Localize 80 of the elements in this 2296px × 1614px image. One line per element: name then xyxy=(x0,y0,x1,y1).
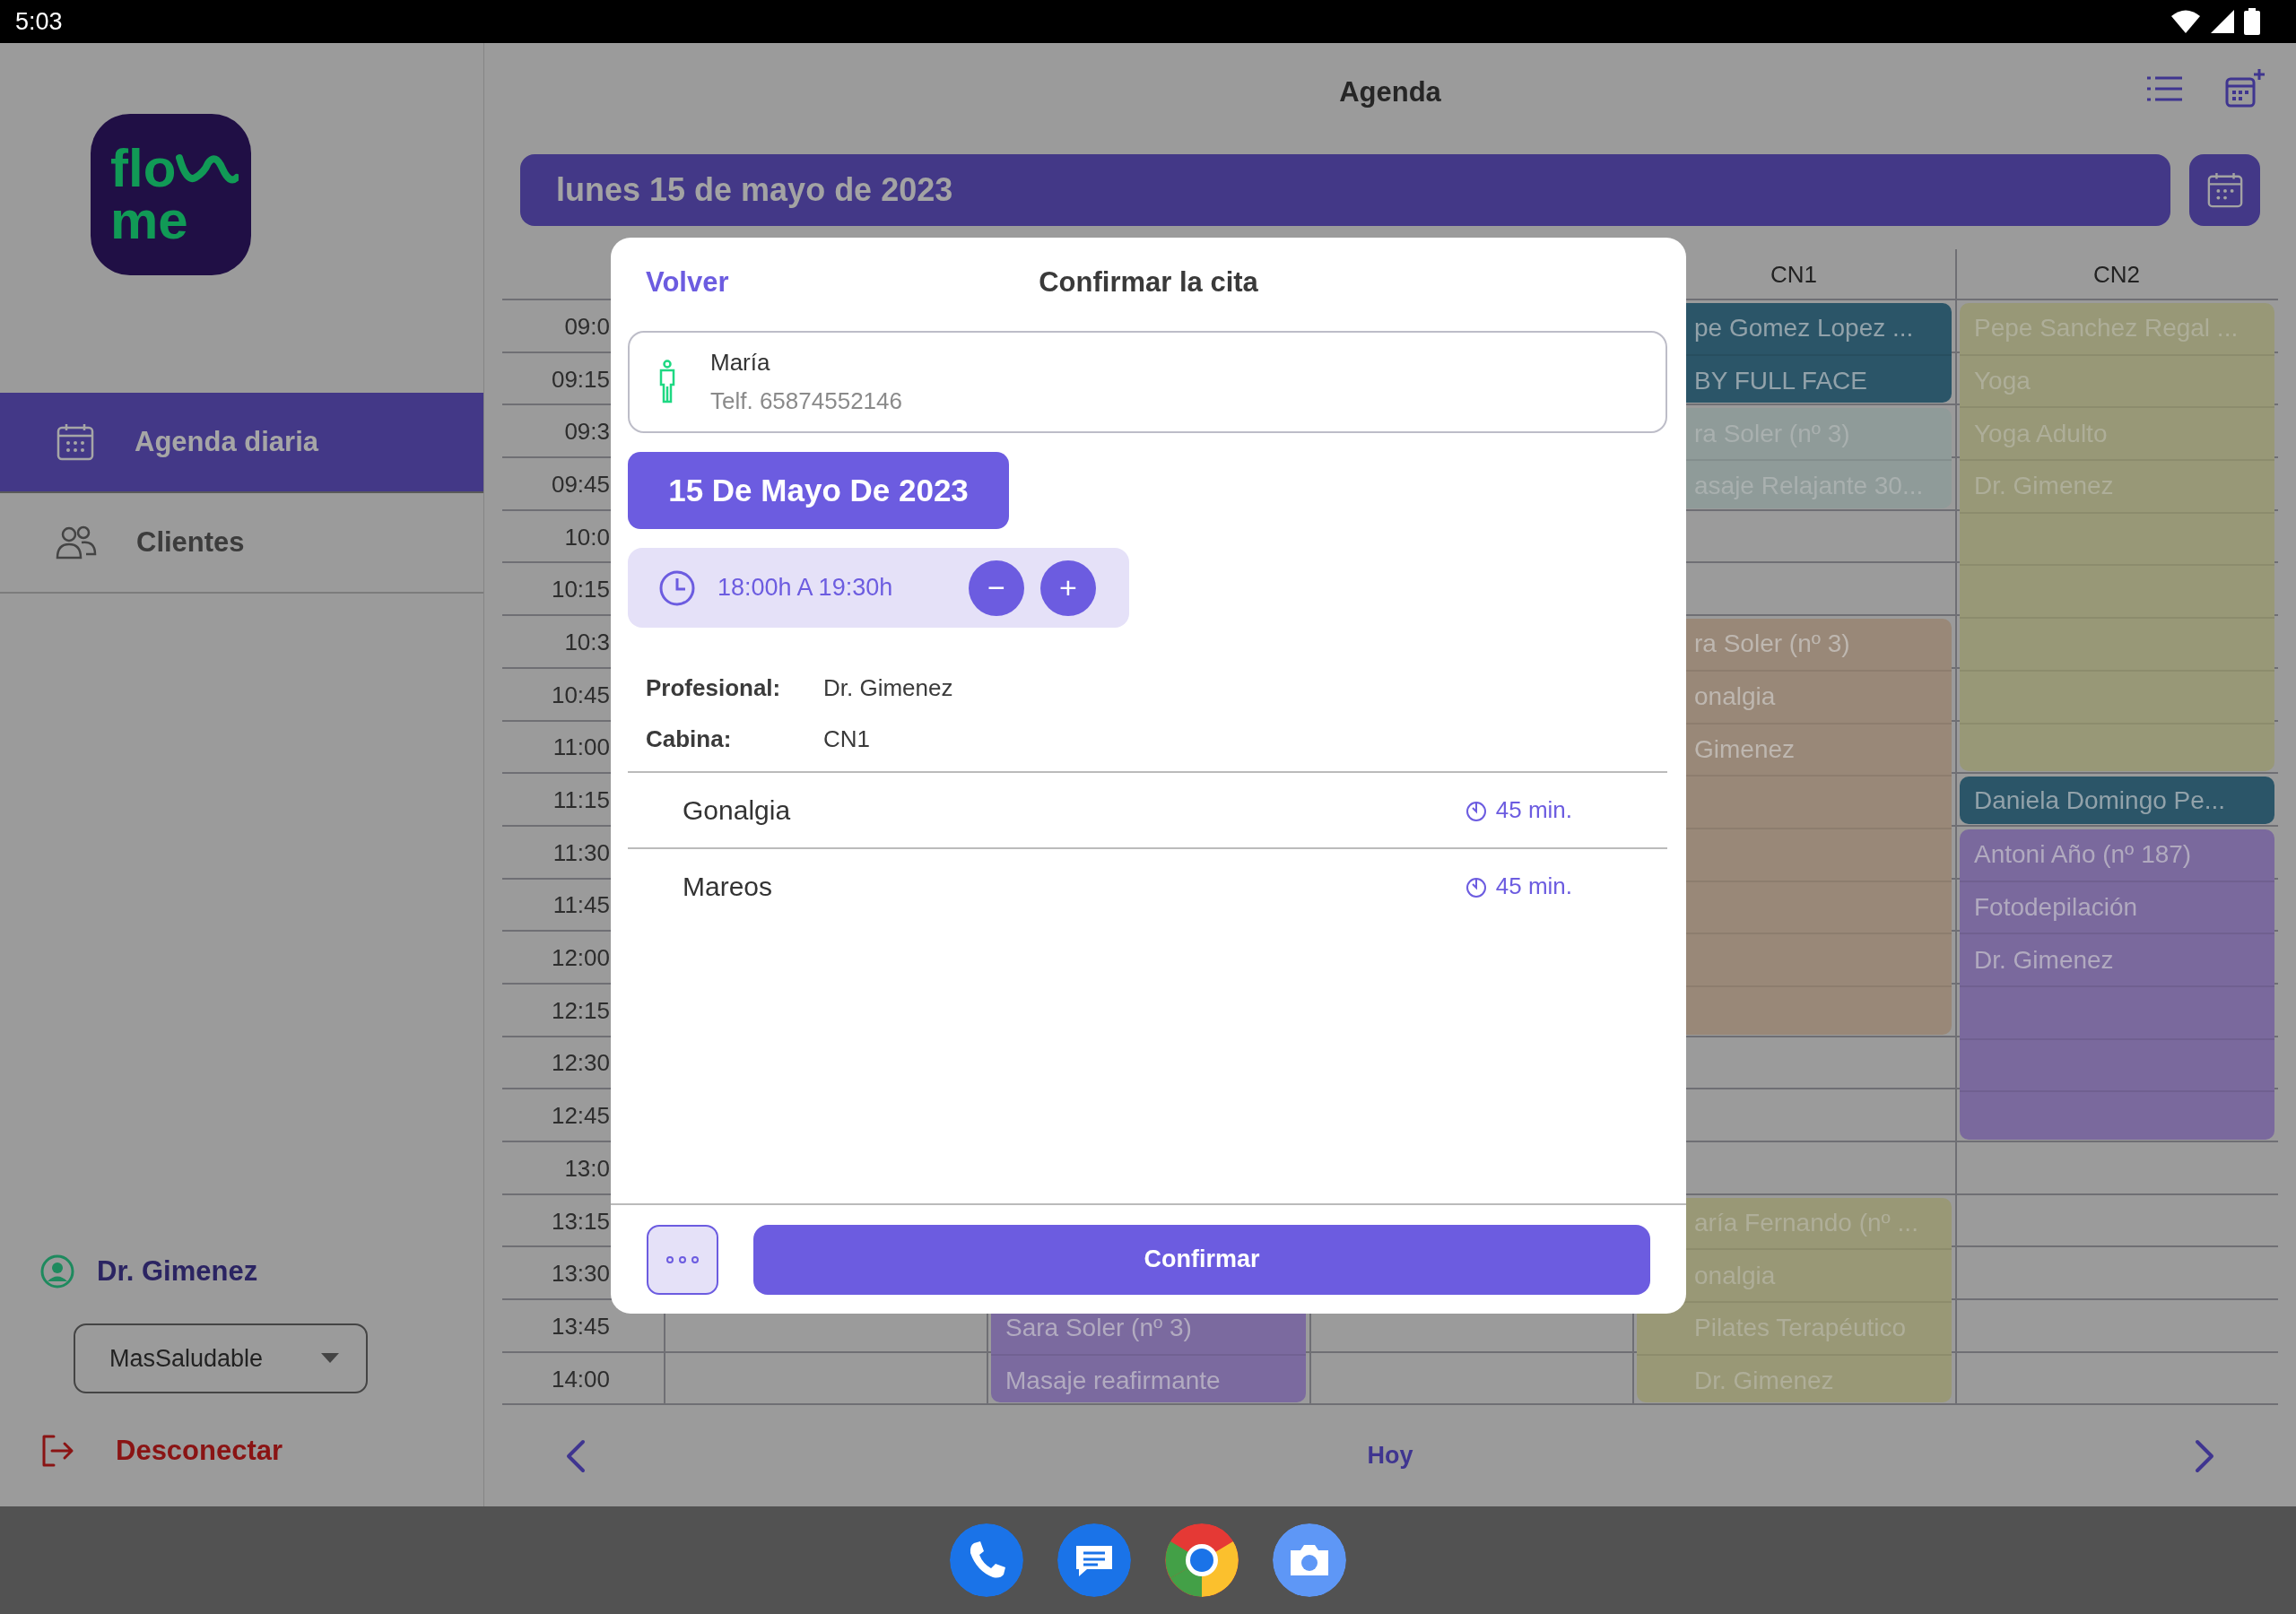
page-title: Agenda xyxy=(1339,76,1441,108)
time-label: 10:3 xyxy=(563,627,611,657)
service-duration: 45 min. xyxy=(1495,796,1572,824)
appointment-card[interactable]: Antoni Año (nº 187) Fotodepilación Dr. Gimenez xyxy=(1960,829,2274,1140)
appointment-text: Dr. Gimenez xyxy=(1960,934,2274,987)
time-label: 12:15 xyxy=(550,995,611,1026)
appointment-text: Fotodepilación xyxy=(1960,881,2274,935)
detail-value: CN1 xyxy=(823,725,871,753)
client-card[interactable]: María Telf. 65874552146 xyxy=(628,331,1667,433)
time-label: 11:15 xyxy=(552,785,611,816)
caret-icon xyxy=(321,1353,339,1364)
service-name: Mareos xyxy=(683,871,774,902)
time-label: 09:3 xyxy=(563,417,611,447)
more-button[interactable] xyxy=(647,1224,718,1295)
column-header: CN2 xyxy=(2092,260,2141,290)
wifi-icon xyxy=(2170,9,2201,34)
time-label: 13:0 xyxy=(563,1153,611,1184)
logo-text: me xyxy=(110,195,188,247)
increase-button[interactable]: + xyxy=(1040,560,1096,616)
detail-label: Cabina: xyxy=(646,725,733,753)
chevron-right-icon xyxy=(2194,1437,2215,1474)
client-name: María xyxy=(710,349,771,377)
appointment-text: Antoni Año (nº 187) xyxy=(1960,829,2274,882)
logout-link[interactable]: Desconectar xyxy=(39,1433,483,1469)
time-label: 13:30 xyxy=(550,1259,611,1289)
next-button[interactable] xyxy=(2194,1437,2215,1474)
user-name: Dr. Gimenez xyxy=(97,1255,258,1288)
people-icon xyxy=(56,525,97,560)
more-icon xyxy=(665,1254,700,1264)
time-label: 09:45 xyxy=(550,469,611,499)
date-bar[interactable]: lunes 15 de mayo de 2023 xyxy=(520,154,2170,226)
dialog-title: Confirmar la cita xyxy=(1039,266,1258,299)
confirm-button[interactable]: Confirmar xyxy=(753,1224,1650,1295)
back-button[interactable]: Volver xyxy=(646,266,729,299)
signal-icon xyxy=(2210,9,2235,34)
browser-app-icon[interactable] xyxy=(1165,1523,1239,1597)
decrease-button[interactable]: − xyxy=(969,560,1024,616)
list-icon[interactable] xyxy=(2146,75,2182,102)
camera-app-icon[interactable] xyxy=(1273,1523,1346,1597)
user-icon xyxy=(39,1254,75,1289)
time-label: 10:0 xyxy=(563,522,611,552)
time-label: 13:15 xyxy=(550,1206,611,1237)
battery-icon xyxy=(2244,8,2260,35)
nav-item[interactable]: Clientes xyxy=(0,493,483,594)
time-label: 12:00 xyxy=(550,943,611,974)
today-button[interactable]: Hoy xyxy=(1367,1442,1413,1471)
center-dropdown[interactable]: MasSaludable xyxy=(74,1323,368,1393)
calendar-button[interactable] xyxy=(2189,154,2260,226)
clock-icon xyxy=(658,568,696,607)
time-label: 11:45 xyxy=(552,890,611,921)
appointment-card[interactable]: Daniela Domingo Pe... xyxy=(1960,777,2274,824)
nav-label: Clientes xyxy=(136,526,245,559)
time-range: 18:00h A 19:30h xyxy=(718,574,894,602)
service-name: Gonalgia xyxy=(683,794,792,826)
appointment-text: Masaje reafirmante xyxy=(991,1355,1306,1403)
time-label: 11:30 xyxy=(552,837,611,868)
nav-label: Agenda diaria xyxy=(135,426,318,458)
previous-button[interactable] xyxy=(565,1437,587,1474)
detail-value: Dr. Gimenez xyxy=(823,674,954,702)
time-label: 12:30 xyxy=(550,1048,611,1079)
time-label: 14:00 xyxy=(550,1364,611,1394)
date-button[interactable]: 15 De Mayo De 2023 xyxy=(628,452,1009,529)
time-label: 10:15 xyxy=(550,575,611,605)
time-label: 09:0 xyxy=(563,311,611,342)
chevron-left-icon xyxy=(565,1437,587,1474)
time-label: 12:45 xyxy=(550,1101,611,1132)
client-phone: Telf. 65874552146 xyxy=(710,387,902,415)
service-duration: 45 min. xyxy=(1495,872,1572,900)
calendar-add-icon[interactable] xyxy=(2225,68,2265,109)
clock-time: 5:03 xyxy=(15,7,63,36)
phone-app-icon[interactable] xyxy=(950,1523,1023,1597)
nav-item[interactable]: Agenda diaria xyxy=(0,393,483,493)
logo-text: flo xyxy=(110,143,177,195)
messages-app-icon[interactable] xyxy=(1057,1523,1131,1597)
calendar-icon xyxy=(2205,171,2244,209)
column-header: CN1 xyxy=(1770,260,1818,290)
calendar-icon xyxy=(56,422,95,462)
time-label: 13:45 xyxy=(550,1311,611,1341)
detail-label: Profesional: xyxy=(646,674,782,702)
time-label: 09:15 xyxy=(550,364,611,395)
